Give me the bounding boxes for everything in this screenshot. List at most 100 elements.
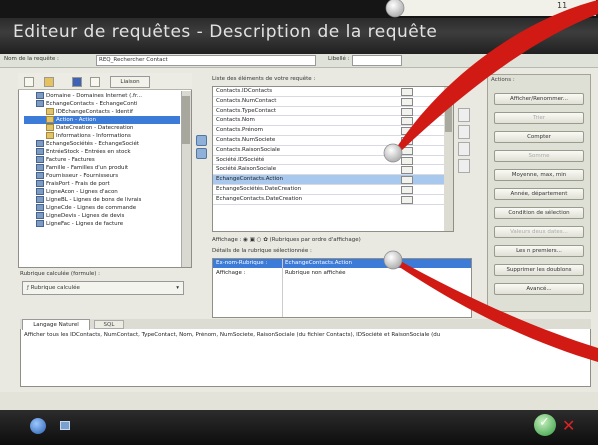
folder-icon[interactable] bbox=[44, 77, 54, 87]
request-item-row[interactable]: Contacts.Nom bbox=[213, 116, 453, 127]
request-item-row[interactable]: Contacts.NumContact bbox=[213, 97, 453, 107]
tree-item-label: Action - Action bbox=[56, 117, 96, 123]
computed-field-label: Rubrique calculée (formule) : bbox=[20, 271, 101, 277]
action-button[interactable]: Compter bbox=[494, 131, 584, 143]
request-item-label: Société.RaisonSociale bbox=[216, 166, 277, 173]
request-item-row[interactable]: Société.IDSociété bbox=[213, 156, 453, 166]
cancel-button[interactable]: ✕ bbox=[562, 416, 575, 435]
tree-item[interactable]: LigneAcon - Lignes d'acon bbox=[24, 188, 180, 196]
request-label-label: Libellé : bbox=[328, 56, 350, 62]
tree-item[interactable]: FraisPort - Frais de port bbox=[24, 180, 180, 188]
request-item-label: Contacts.NumContact bbox=[216, 97, 277, 104]
action-button[interactable]: Valeurs deux dates... bbox=[494, 226, 584, 238]
display-checkbox[interactable] bbox=[401, 117, 413, 126]
display-checkbox[interactable] bbox=[401, 97, 413, 106]
detail-value-1: EchangeContacts.Action bbox=[285, 260, 352, 266]
display-options-row[interactable]: Affichage : ◉ ▣ ○ ✿ (Rubriques par ordre… bbox=[212, 237, 361, 243]
request-item-row[interactable]: Contacts.IDContacts bbox=[213, 87, 453, 97]
action-button[interactable]: Avancé... bbox=[494, 283, 584, 295]
move-bottom-icon[interactable] bbox=[458, 159, 470, 173]
remove-arrow-icon[interactable] bbox=[196, 148, 207, 159]
flag-icon[interactable] bbox=[72, 77, 82, 87]
display-checkbox[interactable] bbox=[401, 156, 413, 165]
action-button[interactable]: Année, département bbox=[494, 188, 584, 200]
display-checkbox[interactable] bbox=[401, 146, 413, 155]
expand-icon[interactable] bbox=[24, 77, 34, 87]
filter-icon[interactable] bbox=[90, 77, 100, 87]
tab-natural-language[interactable]: Langage Naturel bbox=[22, 319, 90, 330]
request-item-row[interactable]: EchangeContacts.Action bbox=[213, 175, 453, 185]
action-button[interactable]: Trier bbox=[494, 112, 584, 124]
tree-item[interactable]: EchangeContacts - EchangeConti bbox=[24, 100, 180, 108]
tree-item[interactable]: Fournisseur - Fournisseurs bbox=[24, 172, 180, 180]
tree-item-label: Famille - Familles d'un produit bbox=[46, 165, 129, 171]
display-checkbox[interactable] bbox=[401, 185, 413, 194]
request-item-row[interactable]: Contacts.Prénom bbox=[213, 126, 453, 136]
display-checkbox[interactable] bbox=[401, 176, 413, 185]
tab-sql[interactable]: SQL bbox=[94, 320, 124, 329]
tree-item[interactable]: LigneFac - Lignes de facture bbox=[24, 220, 180, 228]
request-name-input[interactable]: REQ_Rechercher Contact bbox=[96, 55, 316, 66]
display-checkbox[interactable] bbox=[401, 88, 413, 96]
tree-item[interactable]: DateCreation - Datecreation bbox=[24, 124, 180, 132]
tree-item-label: LigneAcon - Lignes d'acon bbox=[46, 189, 118, 195]
display-checkbox[interactable] bbox=[401, 195, 413, 204]
request-item-label: Contacts.Prénom bbox=[216, 127, 263, 134]
tree-item[interactable]: Informations - Informations bbox=[24, 132, 180, 140]
display-checkbox[interactable] bbox=[401, 107, 413, 116]
action-button[interactable]: Somme bbox=[494, 150, 584, 162]
display-checkbox[interactable] bbox=[401, 136, 413, 145]
action-button[interactable]: Afficher/Renommer... bbox=[494, 93, 584, 105]
screenshot-icon[interactable] bbox=[60, 421, 70, 430]
request-item-label: Contacts.RaisonSociale bbox=[216, 146, 281, 153]
bottom-spacer bbox=[0, 392, 598, 410]
check-icon: ✓ bbox=[539, 415, 550, 430]
request-item-label: Contacts.IDContacts bbox=[216, 88, 273, 94]
tree-item[interactable]: Domaine - Domaines Internet (.fr... bbox=[24, 92, 180, 100]
display-checkbox[interactable] bbox=[401, 127, 413, 136]
action-button[interactable]: Moyenne, max, min bbox=[494, 169, 584, 181]
tree-item-label: EntréeStock - Entrées en stock bbox=[46, 149, 131, 155]
tree-item[interactable]: EchangeSociétés - EchangeSociét bbox=[24, 140, 180, 148]
level-button[interactable]: Liaison bbox=[110, 76, 150, 88]
tree-item[interactable]: LigneDevis - Lignes de devis bbox=[24, 212, 180, 220]
tree-item[interactable]: Famille - Familles d'un produit bbox=[24, 164, 180, 172]
detail-key-2: Affichage : bbox=[216, 270, 246, 276]
help-icon[interactable] bbox=[30, 418, 46, 434]
move-down-icon[interactable] bbox=[458, 125, 470, 139]
request-item-row[interactable]: Contacts.NumSociete bbox=[213, 136, 453, 146]
request-item-row[interactable]: EchangeSociétés.DateCreation bbox=[213, 185, 453, 195]
request-item-row[interactable]: EchangeContacts.DateCreation bbox=[213, 195, 453, 205]
chevron-down-icon: ▾ bbox=[176, 285, 179, 291]
tree-item[interactable]: LigneBL - Lignes de bons de livrais bbox=[24, 196, 180, 204]
tree-item-label: LigneFac - Lignes de facture bbox=[46, 221, 124, 227]
tree-item[interactable]: Facture - Factures bbox=[24, 156, 180, 164]
tree-item[interactable]: LigneCde - Lignes de commande bbox=[24, 204, 180, 212]
move-top-icon[interactable] bbox=[458, 142, 470, 156]
request-item-row[interactable]: Contacts.RaisonSociale bbox=[213, 146, 453, 156]
computed-field-value: Rubrique calculée bbox=[30, 285, 80, 291]
selected-details-heading: Détails de la rubrique sélectionnée : bbox=[212, 248, 312, 254]
request-label-input[interactable] bbox=[352, 55, 402, 66]
table-icon bbox=[36, 204, 44, 211]
add-arrow-icon[interactable] bbox=[196, 135, 207, 146]
action-button[interactable]: Condition de sélection bbox=[494, 207, 584, 219]
actions-title: Actions : bbox=[491, 77, 515, 83]
request-item-label: Contacts.Nom bbox=[216, 117, 255, 124]
table-icon bbox=[36, 92, 44, 99]
tree-item[interactable]: Action - Action bbox=[24, 116, 180, 124]
tree-item[interactable]: EntréeStock - Entrées en stock bbox=[24, 148, 180, 156]
items-scroll-thumb[interactable] bbox=[445, 92, 452, 132]
tree-scroll-thumb[interactable] bbox=[182, 96, 190, 144]
display-checkbox[interactable] bbox=[401, 166, 413, 175]
request-item-row[interactable]: Société.RaisonSociale bbox=[213, 165, 453, 176]
computed-field-combo[interactable]: ƒ Rubrique calculée ▾ bbox=[22, 281, 184, 295]
request-item-label: Contacts.NumSociete bbox=[216, 136, 276, 143]
tree-item-label: DateCreation - Datecreation bbox=[56, 125, 134, 131]
detail-key-1: Ex-nom-Rubrique : bbox=[216, 260, 268, 266]
action-button[interactable]: Supprimer les doublons bbox=[494, 264, 584, 276]
request-item-row[interactable]: Contacts.TypeContact bbox=[213, 107, 453, 117]
tree-item[interactable]: IDEchangeContacts - Identif bbox=[24, 108, 180, 116]
move-up-icon[interactable] bbox=[458, 108, 470, 122]
action-button[interactable]: Les n premiers... bbox=[494, 245, 584, 257]
